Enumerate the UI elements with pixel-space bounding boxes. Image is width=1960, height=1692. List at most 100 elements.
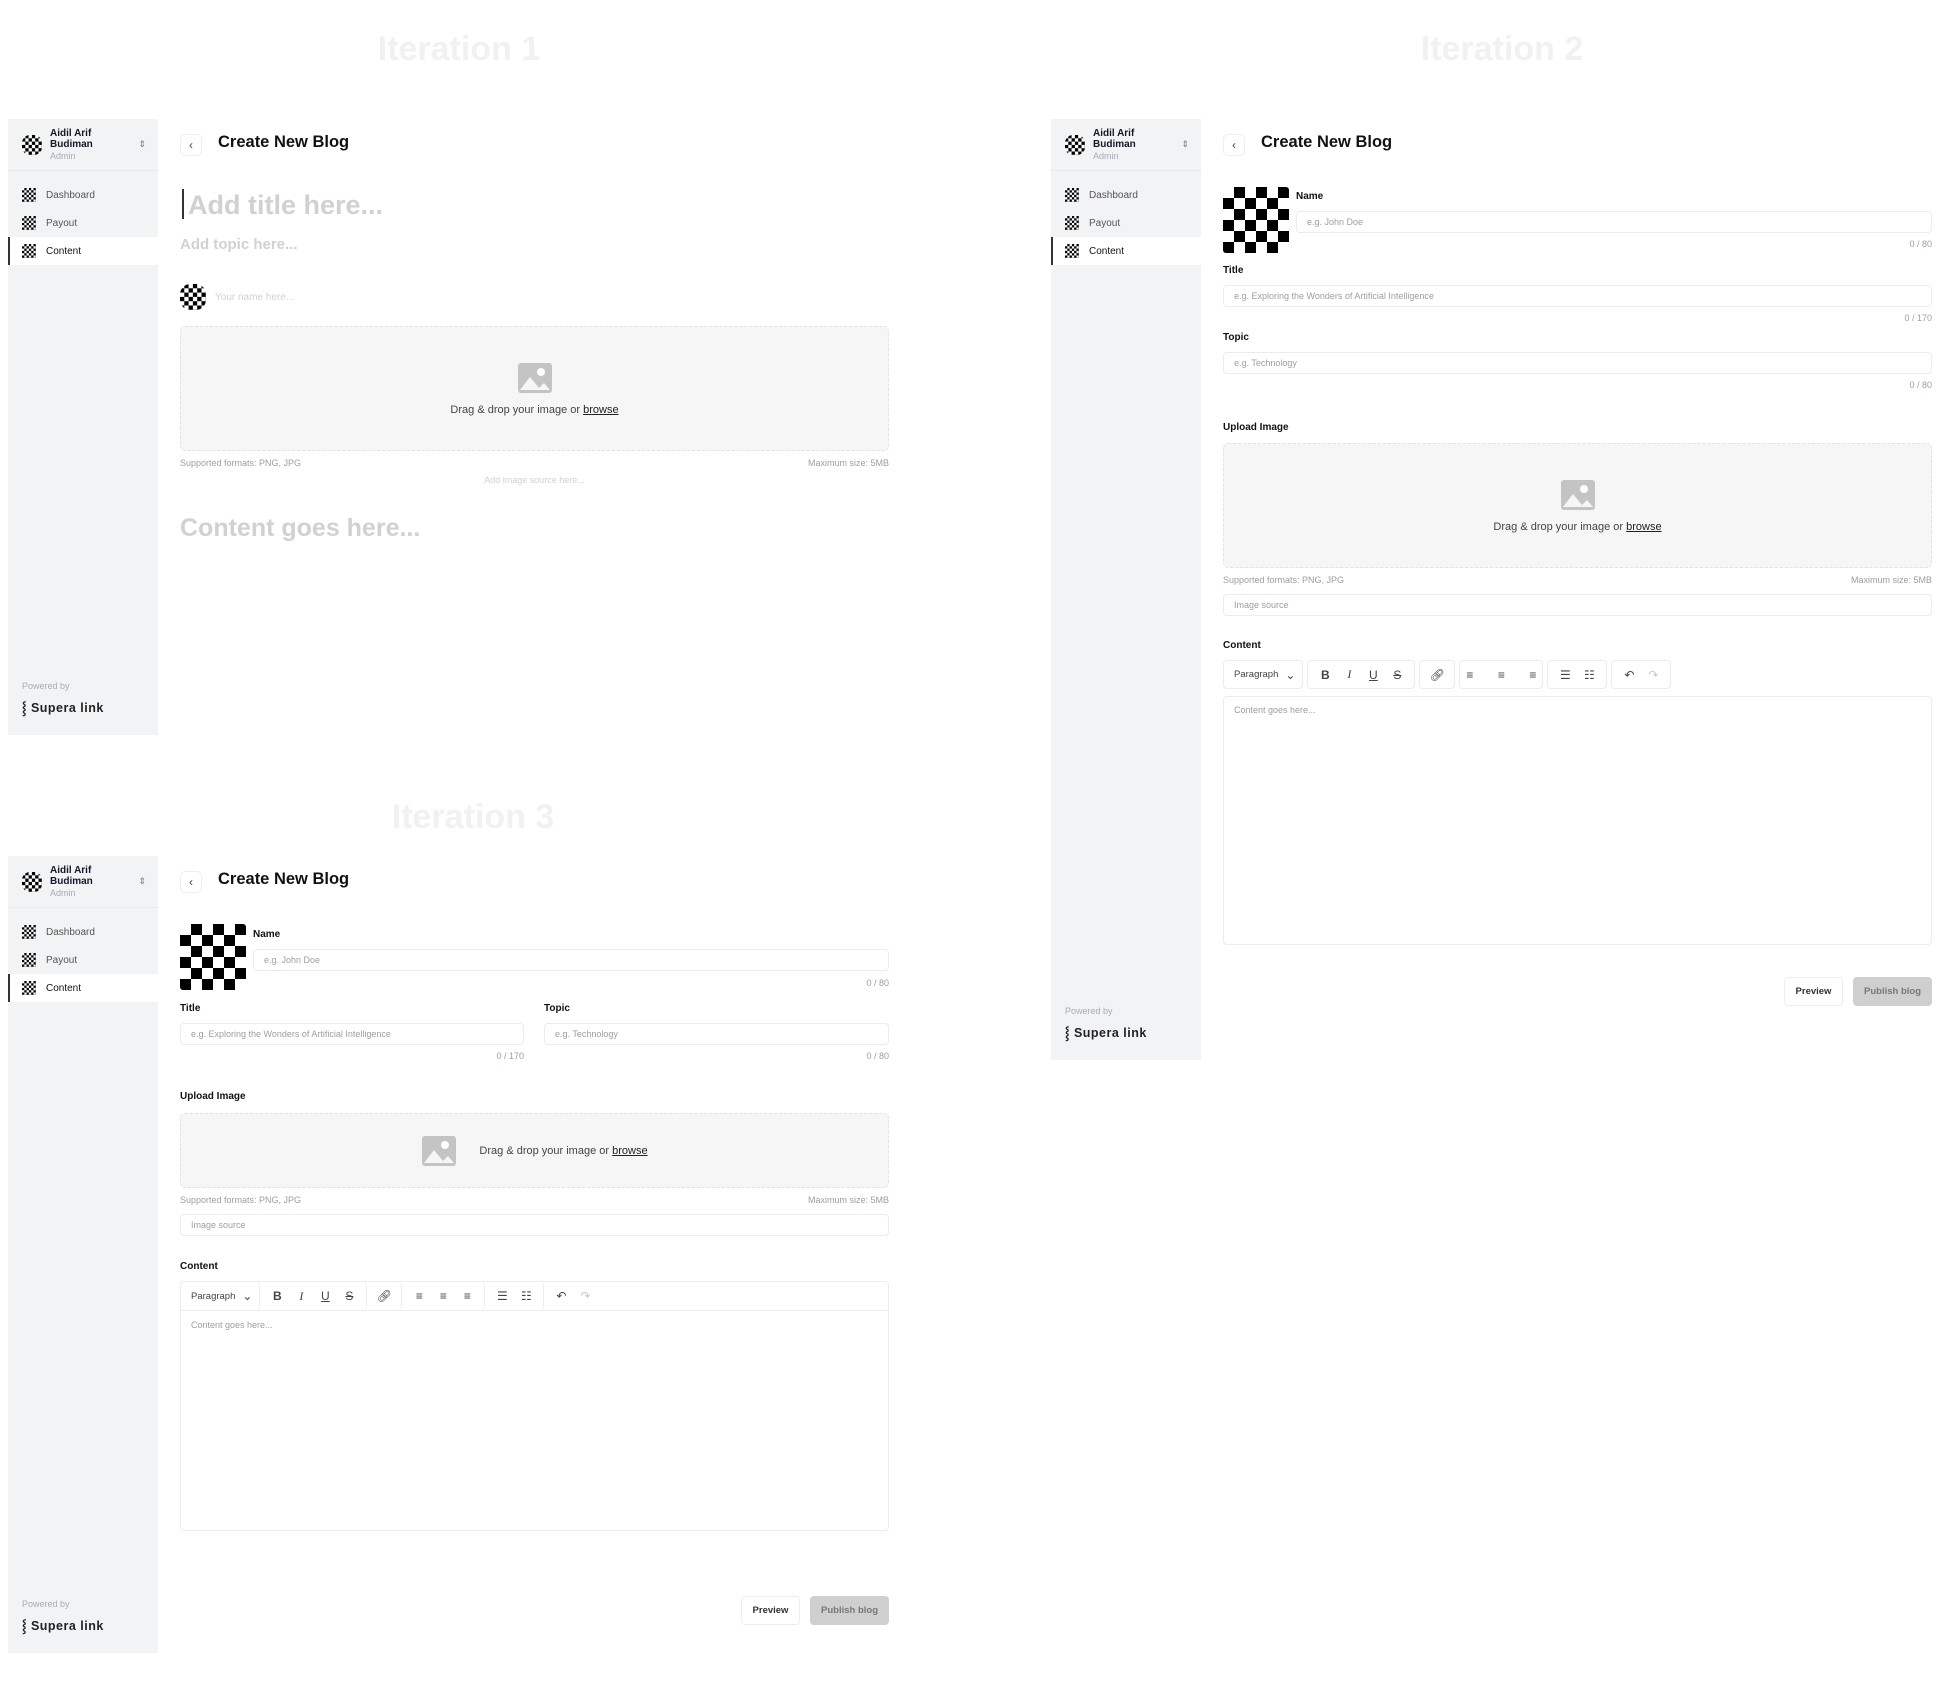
dropzone-text: Drag & drop your image or	[450, 403, 581, 416]
strikethrough-icon[interactable]: S	[338, 1289, 360, 1303]
sidebar-item-content[interactable]: Content	[8, 237, 158, 265]
topic-label: Topic	[544, 1003, 570, 1014]
name-input[interactable]	[253, 949, 889, 971]
align-left-icon[interactable]: ≡	[408, 1289, 430, 1303]
undo-icon[interactable]: ↶	[1618, 668, 1640, 682]
chevron-left-icon: ‹	[189, 875, 193, 889]
content-input[interactable]	[180, 511, 880, 545]
image-dropzone[interactable]: Drag & drop your image or browse	[180, 326, 889, 451]
align-left-icon[interactable]: ≡	[1466, 668, 1488, 682]
browse-link[interactable]: browse	[1626, 521, 1661, 533]
back-button[interactable]: ‹	[180, 134, 202, 156]
sidebar-item-content[interactable]: Content	[8, 974, 158, 1002]
align-center-icon[interactable]: ≡	[432, 1289, 454, 1303]
user-switcher[interactable]: Aidil Arif Budiman Admin ⇕	[8, 119, 158, 171]
align-right-icon[interactable]: ≡	[456, 1289, 478, 1303]
chevron-left-icon: ‹	[189, 138, 193, 152]
sidebar-item-payout[interactable]: Payout	[8, 946, 158, 974]
image-source-input[interactable]	[180, 473, 889, 487]
editor-toolbar: Paragraph ⌄ BIUS 🔗︎ ≡ ≡ ≡ ☰ ☷ ↶ ↷	[1223, 660, 1672, 689]
topic-input[interactable]	[544, 1023, 889, 1045]
user-switcher[interactable]: Aidil Arif Budiman Admin ⇕	[1051, 119, 1201, 171]
bold-icon[interactable]: B	[1314, 668, 1336, 682]
bold-icon[interactable]: B	[266, 1289, 288, 1303]
author-avatar[interactable]	[180, 924, 246, 990]
sidebar-item-label: Dashboard	[1089, 189, 1138, 201]
name-counter: 0 / 80	[866, 978, 889, 988]
content-editor[interactable]: Paragraph ⌄ BIUS 🔗︎ ≡ ≡ ≡ ☰ ☷ ↶ ↷ Content goe…	[180, 1281, 889, 1531]
sidebar-item-payout[interactable]: Payout	[8, 209, 158, 237]
strikethrough-icon[interactable]: S	[1386, 668, 1408, 682]
page-title: Create New Blog	[218, 133, 350, 151]
paragraph-select[interactable]: Paragraph ⌄	[181, 1282, 261, 1310]
sidebar-item-payout[interactable]: Payout	[1051, 209, 1201, 237]
link-icon[interactable]: 🔗︎	[373, 1289, 395, 1303]
upload-image-label: Upload Image	[180, 1091, 246, 1102]
sidebar-item-label: Dashboard	[46, 926, 95, 938]
author-avatar[interactable]	[1223, 187, 1289, 253]
brand-logo: ⸾ Supera link	[1065, 1026, 1147, 1040]
preview-button[interactable]: Preview	[741, 1596, 800, 1625]
numbered-list-icon[interactable]: ☷	[1578, 668, 1600, 682]
powered-by-label: Powered by	[22, 681, 70, 691]
user-name: Aidil Arif Budiman	[1093, 127, 1136, 151]
image-source-input[interactable]	[1223, 594, 1932, 616]
underline-icon[interactable]: U	[314, 1289, 336, 1303]
title-input[interactable]	[1223, 285, 1932, 307]
max-size: Maximum size: 5MB	[807, 1195, 889, 1205]
italic-icon[interactable]: I	[290, 1289, 312, 1304]
powered-by: Powered by ⸾ Supera link	[22, 681, 104, 717]
title-input[interactable]	[180, 1023, 524, 1045]
editor-iteration-1: ‹ Create New Blog Drag & drop your image…	[180, 119, 889, 619]
supera-logo-icon: ⸾	[22, 1619, 31, 1633]
image-source-input[interactable]	[180, 1214, 889, 1236]
redo-icon[interactable]: ↷	[574, 1289, 596, 1303]
title-input[interactable]	[188, 187, 788, 223]
underline-icon[interactable]: U	[1362, 668, 1384, 682]
user-name: Aidil Arif Budiman	[50, 127, 93, 151]
sidebar-item-dashboard[interactable]: Dashboard	[1051, 181, 1201, 209]
align-right-icon[interactable]: ≡	[1514, 668, 1536, 682]
publish-blog-button[interactable]: Publish blog	[1853, 977, 1932, 1006]
name-input[interactable]	[1296, 211, 1932, 233]
avatar	[1065, 134, 1085, 155]
topic-input[interactable]	[180, 233, 780, 255]
image-dropzone[interactable]: Drag & drop your image or browse	[180, 1113, 889, 1188]
redo-icon[interactable]: ↷	[1642, 668, 1664, 682]
content-editor[interactable]: Content goes here...	[1223, 696, 1932, 945]
publish-blog-button[interactable]: Publish blog	[810, 1596, 889, 1625]
sidebar-item-dashboard[interactable]: Dashboard	[8, 181, 158, 209]
back-button[interactable]: ‹	[180, 871, 202, 893]
align-center-icon[interactable]: ≡	[1490, 668, 1512, 682]
title-counter: 0 / 170	[496, 1051, 524, 1061]
image-dropzone[interactable]: Drag & drop your image or browse	[1223, 443, 1932, 568]
title-counter: 0 / 170	[1904, 313, 1932, 323]
powered-by-label: Powered by	[22, 1599, 70, 1609]
page-title: Create New Blog	[218, 870, 350, 888]
sidebar-item-label: Payout	[1089, 217, 1121, 229]
browse-link[interactable]: browse	[612, 1145, 647, 1157]
italic-icon[interactable]: I	[1338, 667, 1360, 682]
topic-input[interactable]	[1223, 352, 1932, 374]
browse-link[interactable]: browse	[583, 404, 618, 416]
editor-iteration-3: ‹ Create New Blog Name 0 / 80 Title 0 / …	[180, 856, 889, 1636]
user-switcher[interactable]: Aidil Arif Budiman Admin ⇕	[8, 856, 158, 908]
chevron-left-icon: ‹	[1232, 138, 1236, 152]
back-button[interactable]: ‹	[1223, 134, 1245, 156]
topic-counter: 0 / 80	[866, 1051, 889, 1061]
preview-button[interactable]: Preview	[1784, 977, 1843, 1006]
content-placeholder: Content goes here...	[191, 1320, 273, 1330]
paragraph-select[interactable]: Paragraph ⌄	[1223, 660, 1304, 689]
sidebar-item-dashboard[interactable]: Dashboard	[8, 918, 158, 946]
name-input[interactable]	[215, 289, 515, 305]
undo-icon[interactable]: ↶	[550, 1289, 572, 1303]
max-size: Maximum size: 5MB	[807, 458, 889, 468]
editor-toolbar: Paragraph ⌄ BIUS 🔗︎ ≡ ≡ ≡ ☰ ☷ ↶ ↷	[181, 1282, 888, 1311]
text-cursor	[182, 189, 184, 219]
sidebar-item-content[interactable]: Content	[1051, 237, 1201, 265]
name-label: Name	[1296, 191, 1324, 202]
link-icon[interactable]: 🔗︎	[1426, 668, 1448, 682]
numbered-list-icon[interactable]: ☷	[515, 1289, 537, 1303]
bullet-list-icon[interactable]: ☰	[1554, 668, 1576, 682]
bullet-list-icon[interactable]: ☰	[491, 1289, 513, 1303]
